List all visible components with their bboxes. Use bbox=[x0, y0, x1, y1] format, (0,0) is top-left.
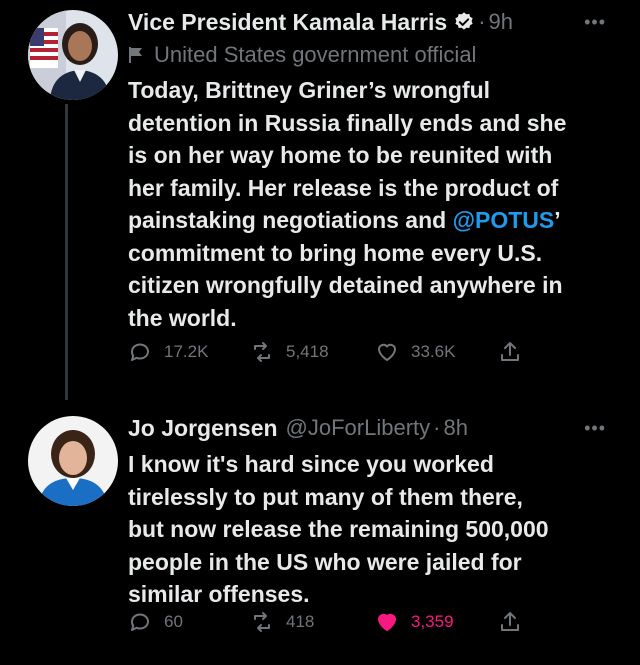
display-name[interactable]: Jo Jorgensen bbox=[128, 415, 278, 442]
share-button[interactable] bbox=[498, 340, 534, 364]
mention-link[interactable]: @POTUS bbox=[453, 207, 555, 233]
reply-icon bbox=[131, 613, 149, 631]
user-handle[interactable]: @JoForLiberty bbox=[286, 415, 431, 441]
avatar[interactable] bbox=[28, 416, 118, 506]
thread-line bbox=[65, 104, 68, 400]
verified-badge-icon bbox=[453, 11, 475, 33]
reply-count: 17.2K bbox=[164, 342, 209, 361]
share-icon bbox=[501, 342, 519, 361]
heart-icon bbox=[378, 343, 396, 361]
like-button[interactable]: 3,359 bbox=[375, 610, 454, 634]
avatar[interactable] bbox=[28, 10, 118, 100]
reply-button[interactable]: 17.2K bbox=[128, 340, 208, 364]
reply-count: 60 bbox=[164, 612, 183, 631]
share-icon bbox=[501, 612, 519, 631]
avatar-image bbox=[28, 416, 118, 506]
tweet-kamala-harris[interactable]: Vice President Kamala Harris · 9h ••• Un… bbox=[0, 0, 640, 400]
retweet-count: 5,418 bbox=[286, 342, 329, 361]
more-icon[interactable]: ••• bbox=[584, 418, 606, 439]
reply-button[interactable]: 60 bbox=[128, 610, 183, 634]
like-button[interactable]: 33.6K bbox=[375, 340, 455, 364]
timestamp[interactable]: 8h bbox=[443, 415, 467, 441]
separator-dot: · bbox=[433, 415, 441, 440]
like-count: 3,359 bbox=[411, 612, 454, 631]
retweet-count: 418 bbox=[286, 612, 315, 631]
display-name[interactable]: Vice President Kamala Harris bbox=[128, 9, 447, 36]
reply-icon bbox=[131, 343, 149, 361]
retweet-button[interactable]: 418 bbox=[250, 610, 314, 634]
retweet-icon bbox=[254, 612, 270, 632]
separator-dot: · bbox=[478, 9, 486, 34]
more-icon[interactable]: ••• bbox=[584, 12, 606, 33]
tweet-header: Vice President Kamala Harris · 9h ••• bbox=[128, 6, 616, 38]
retweet-icon bbox=[254, 342, 270, 362]
tweet-jo-jorgensen[interactable]: Jo Jorgensen @JoForLiberty · 8h ••• I kn… bbox=[0, 400, 640, 665]
share-button[interactable] bbox=[498, 610, 534, 634]
gov-label[interactable]: United States government official bbox=[128, 40, 616, 70]
flag-icon bbox=[129, 47, 142, 63]
timestamp[interactable]: 9h bbox=[489, 9, 513, 35]
heart-filled-icon bbox=[378, 613, 396, 631]
retweet-button[interactable]: 5,418 bbox=[250, 340, 329, 364]
avatar-image bbox=[28, 10, 118, 100]
tweet-text: Today, Brittney Griner’s wrongful detent… bbox=[128, 74, 616, 334]
tweet-header: Jo Jorgensen @JoForLiberty · 8h ••• bbox=[128, 412, 616, 444]
gov-label-text: United States government official bbox=[154, 42, 477, 67]
like-count: 33.6K bbox=[411, 342, 456, 361]
tweet-text: I know it's hard since you worked tirele… bbox=[128, 451, 549, 607]
